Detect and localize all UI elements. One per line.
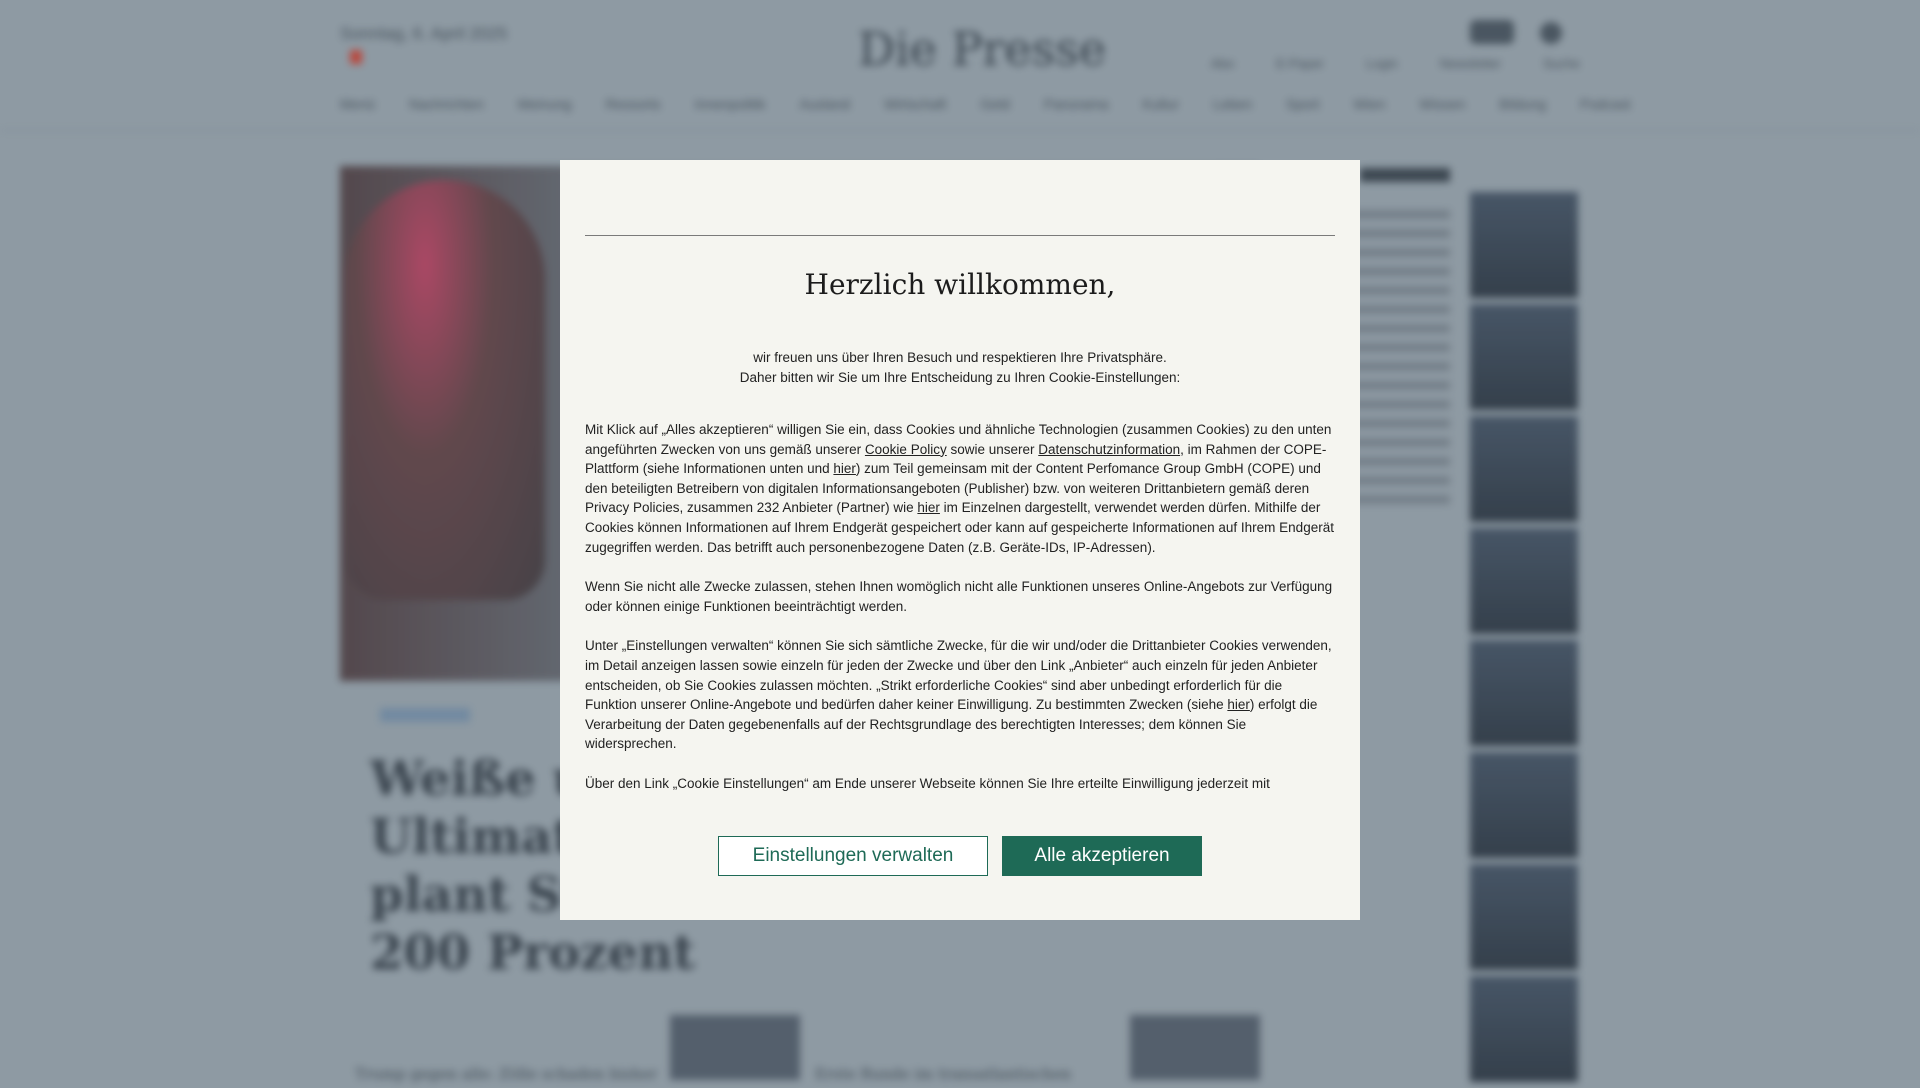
- thumbnail-image: [1470, 192, 1578, 298]
- dialog-actions: Einstellungen verwalten Alle akzeptieren: [560, 836, 1360, 876]
- consent-paragraph: Unter „Einstellungen verwalten“ können S…: [585, 638, 1332, 752]
- header-link: Login: [1365, 56, 1398, 71]
- thumbnail-image: [1470, 976, 1578, 1082]
- nav-item: Innenpolitik: [694, 96, 766, 112]
- nav-item: Kultur: [1142, 96, 1180, 112]
- nav-item: Ressorts: [605, 96, 661, 112]
- consent-paragraph: Wenn Sie nicht alle Zwecke zulassen, ste…: [585, 579, 1333, 614]
- header-links: Abo E-Paper Login Newsletter Suche: [1211, 56, 1580, 71]
- teaser-image: [1130, 1015, 1260, 1080]
- nav-item: Ausland: [799, 96, 851, 112]
- intro-line: Daher bitten wir Sie um Ihre Entscheidun…: [739, 369, 1181, 385]
- dialog-divider: [585, 235, 1335, 236]
- nav-item: Leben: [1213, 96, 1253, 112]
- datenschutz-link[interactable]: Datenschutzinformation: [1038, 442, 1180, 457]
- intro-line: wir freuen uns über Ihren Besuch und res…: [753, 350, 1167, 365]
- thumbnail-image: [1470, 304, 1578, 410]
- header-date: Sonntag, 6. April 2025: [340, 24, 508, 43]
- cookie-policy-link[interactable]: Cookie Policy: [865, 442, 947, 457]
- nav-item: Sport: [1286, 96, 1320, 112]
- dialog-title: Herzlich willkommen,: [804, 268, 1116, 301]
- site-logo: Die Presse: [858, 22, 1107, 76]
- hero-person-shape: [345, 180, 545, 600]
- partner-list-link[interactable]: hier: [917, 500, 940, 515]
- nav-item: Wien: [1353, 96, 1386, 112]
- flag-icon: [350, 50, 362, 64]
- nav-item: Wirtschaft: [884, 96, 947, 112]
- thumbnail-image: [1470, 416, 1578, 522]
- thumbnail-image: [1470, 864, 1578, 970]
- sidebar-heading: [1360, 168, 1450, 182]
- header-link: Abo: [1211, 56, 1235, 71]
- abo-button: [1470, 20, 1514, 44]
- thumbnail-image: [1470, 528, 1578, 634]
- cookie-consent-dialog: Herzlich willkommen, wir freuen uns über…: [560, 160, 1360, 920]
- consent-paragraph: Über den Link „Cookie Einstellungen“ am …: [585, 775, 1270, 791]
- nav-item: Nachrichten: [409, 96, 484, 112]
- thumbnail-image: [1470, 752, 1578, 858]
- nav-item: Meinung: [517, 96, 572, 112]
- sidebar-thumbnails: [1470, 192, 1578, 1088]
- user-icon: [1540, 22, 1562, 44]
- header-link: E-Paper: [1276, 56, 1324, 71]
- category-tag: [380, 708, 470, 722]
- nav-item: Geld: [980, 96, 1010, 112]
- header-link: Newsletter: [1439, 56, 1502, 71]
- manage-settings-button[interactable]: Einstellungen verwalten: [718, 836, 988, 876]
- consent-paragraph: Mit Klick auf „Alles akzeptieren“ willig…: [585, 422, 1334, 555]
- bottom-teasers: Trump gegen alle: Zölle schaden bisher E…: [340, 1015, 1260, 1083]
- cope-info-link[interactable]: hier: [833, 461, 856, 476]
- teaser-title: Trump gegen alle: Zölle schaden bisher: [355, 1065, 658, 1083]
- nav-item: Panorama: [1043, 96, 1109, 112]
- nav-item: Menü: [340, 96, 376, 112]
- teaser-image: [670, 1015, 800, 1080]
- header-link: Suche: [1543, 56, 1580, 71]
- main-nav: Menü Nachrichten Meinung Ressorts Innenp…: [340, 96, 1631, 112]
- consent-text-scroll[interactable]: Mit Klick auf „Alles akzeptieren“ willig…: [585, 420, 1335, 968]
- thumbnail-image: [1470, 640, 1578, 746]
- teaser-title: Erste Runde im transatlantischen: [815, 1065, 1072, 1083]
- nav-divider: [0, 130, 1920, 131]
- nav-item: Podcast: [1580, 96, 1631, 112]
- accept-all-button[interactable]: Alle akzeptieren: [1002, 836, 1202, 876]
- nav-item: Wissen: [1419, 96, 1466, 112]
- legitimate-interest-link[interactable]: hier: [1227, 697, 1250, 712]
- nav-item: Bildung: [1499, 96, 1546, 112]
- dialog-intro: wir freuen uns über Ihren Besuch und res…: [585, 348, 1335, 387]
